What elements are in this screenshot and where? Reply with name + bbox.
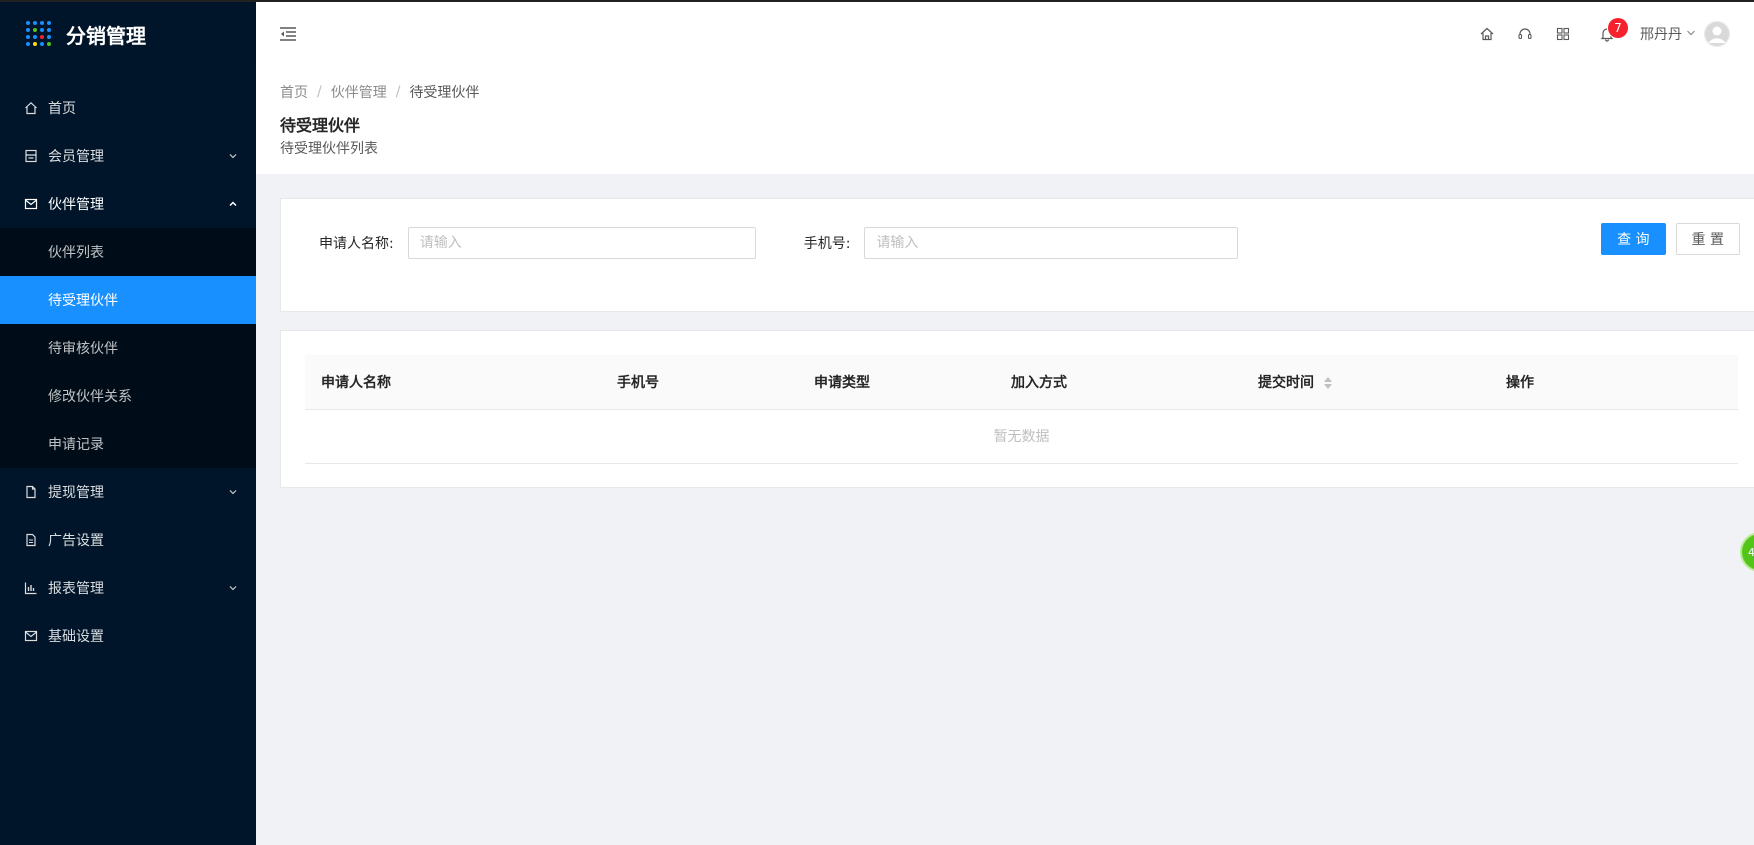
sidebar-item-label: 伙伴管理: [48, 197, 104, 213]
column-header: 加入方式: [995, 355, 1242, 410]
chevron-down-icon: [228, 487, 238, 497]
sidebar-item-label: 广告设置: [48, 533, 104, 549]
column-header: 申请类型: [798, 355, 995, 410]
table-empty-row: 暂无数据: [305, 409, 1738, 464]
partner-submenu: 伙伴列表 待受理伙伴 待审核伙伴 修改伙伴关系 申请记录: [0, 228, 256, 468]
search-form: 申请人名称: 手机号: 查 询 重 置: [280, 198, 1754, 312]
app-title: 分销管理: [66, 23, 146, 48]
chevron-up-icon: [228, 199, 238, 209]
applicant-name-field: 申请人名称:: [319, 227, 756, 259]
file-text-icon: [24, 533, 38, 547]
breadcrumb-partner[interactable]: 伙伴管理: [331, 82, 387, 102]
column-header: 申请人名称: [305, 355, 601, 410]
sidebar-item-settings[interactable]: 基础设置: [0, 612, 256, 660]
page-subtitle: 待受理伙伴列表: [280, 141, 378, 157]
sidebar-item-home[interactable]: 首页: [0, 84, 256, 132]
customer-service-icon[interactable]: [1506, 15, 1544, 53]
floating-button-label: 4: [1748, 545, 1754, 559]
user-menu[interactable]: 邢丹丹: [1640, 21, 1730, 47]
partner-table: 申请人名称 手机号 申请类型 加入方式 提交时间 操作 暂无数据: [305, 355, 1738, 464]
bar-chart-icon: [24, 581, 38, 595]
chevron-down-icon: [228, 151, 238, 161]
sidebar-item-pending-review[interactable]: 待审核伙伴: [0, 324, 256, 372]
breadcrumb-separator: /: [395, 84, 401, 100]
query-button[interactable]: 查 询: [1601, 223, 1666, 255]
sidebar-item-pending-accept[interactable]: 待受理伙伴: [0, 276, 256, 324]
breadcrumb: 首页 / 伙伴管理 / 待受理伙伴: [280, 82, 1730, 102]
breadcrumb-home[interactable]: 首页: [280, 82, 308, 102]
apps-grid-icon[interactable]: [1544, 15, 1582, 53]
phone-label: 手机号:: [803, 236, 851, 252]
table-header-row: 申请人名称 手机号 申请类型 加入方式 提交时间 操作: [305, 355, 1738, 410]
logo-icon: [26, 21, 52, 47]
sidebar-item-label: 提现管理: [48, 485, 104, 501]
page-header: 首页 / 伙伴管理 / 待受理伙伴 待受理伙伴 待受理伙伴列表: [256, 66, 1754, 174]
table-card: 申请人名称 手机号 申请类型 加入方式 提交时间 操作 暂无数据: [280, 330, 1754, 488]
bell-icon[interactable]: 7: [1588, 15, 1628, 53]
app-root: 分销管理 首页 会员管理 伙伴管理 伙伴列表 待受理伙伴 待审核伙伴 修改伙伴关…: [0, 0, 1754, 845]
member-icon: [24, 149, 38, 163]
sidebar-item-label: 首页: [48, 101, 76, 117]
sidebar-item-partner[interactable]: 伙伴管理: [0, 180, 256, 228]
sidebar-item-label: 会员管理: [48, 149, 104, 165]
chevron-down-icon: [1686, 26, 1696, 42]
logo[interactable]: 分销管理: [0, 2, 256, 66]
breadcrumb-separator: /: [317, 84, 322, 100]
home-shortcut-icon[interactable]: [1468, 15, 1506, 53]
sidebar-item-ads[interactable]: 广告设置: [0, 516, 256, 564]
page-title: 待受理伙伴: [280, 116, 361, 135]
mail-icon: [24, 629, 38, 643]
breadcrumb-current: 待受理伙伴: [409, 85, 480, 101]
sidebar: 分销管理 首页 会员管理 伙伴管理 伙伴列表 待受理伙伴 待审核伙伴 修改伙伴关…: [0, 2, 256, 845]
notification-badge: 7: [1608, 18, 1628, 38]
chevron-down-icon: [228, 583, 238, 593]
column-header-sortable[interactable]: 提交时间: [1242, 355, 1490, 410]
top-header: 7 邢丹丹: [256, 2, 1754, 66]
content-area: 申请人名称: 手机号: 查 询 重 置: [256, 174, 1754, 488]
user-name: 邢丹丹: [1640, 27, 1682, 43]
home-icon: [24, 101, 38, 115]
reset-button[interactable]: 重 置: [1675, 223, 1740, 255]
phone-input[interactable]: [864, 227, 1239, 259]
avatar[interactable]: [1704, 21, 1730, 47]
sidebar-item-label: 报表管理: [48, 581, 104, 597]
sidebar-item-partner-list[interactable]: 伙伴列表: [0, 228, 256, 276]
sidebar-item-label: 基础设置: [48, 629, 104, 645]
menu-fold-icon[interactable]: [278, 24, 298, 44]
column-header-label: 提交时间: [1258, 374, 1314, 391]
phone-field: 手机号:: [804, 227, 1239, 259]
sidebar-item-apply-records[interactable]: 申请记录: [0, 420, 256, 468]
empty-text: 暂无数据: [305, 409, 1738, 464]
sidebar-item-reports[interactable]: 报表管理: [0, 564, 256, 612]
sidebar-item-member[interactable]: 会员管理: [0, 132, 256, 180]
file-icon: [24, 485, 38, 499]
sidebar-item-withdraw[interactable]: 提现管理: [0, 468, 256, 516]
main-area: 7 邢丹丹 首页 / 伙伴管理 / 待受理伙伴 待受理伙伴 待受理伙伴列表 申请…: [256, 2, 1754, 845]
column-header: 操作: [1490, 355, 1738, 410]
sidebar-menu: 首页 会员管理 伙伴管理 伙伴列表 待受理伙伴 待审核伙伴 修改伙伴关系 申请记…: [0, 84, 256, 660]
sort-icon[interactable]: [1324, 376, 1332, 389]
mail-icon: [24, 197, 38, 211]
applicant-name-label: 申请人名称:: [319, 236, 394, 252]
applicant-name-input[interactable]: [407, 227, 756, 259]
sidebar-item-modify-relation[interactable]: 修改伙伴关系: [0, 372, 256, 420]
column-header: 手机号: [601, 355, 798, 410]
